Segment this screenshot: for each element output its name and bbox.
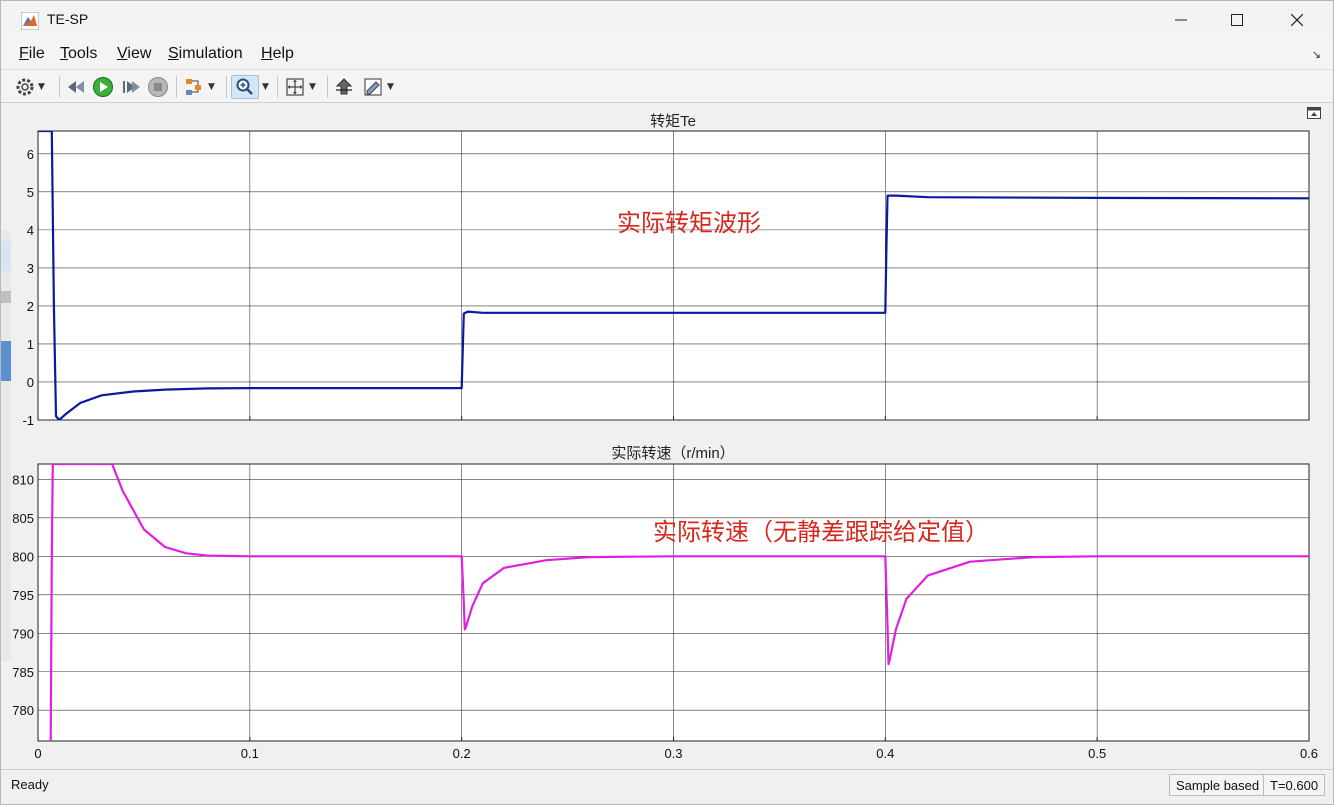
maximize-button[interactable]	[1211, 1, 1263, 39]
highlight-dropdown-icon[interactable]: ▼	[208, 82, 215, 92]
cursor-measure-icon	[335, 78, 353, 95]
y-tick-label: 785	[12, 665, 34, 680]
zoom-icon	[236, 78, 253, 95]
cursor-measure-button[interactable]	[333, 75, 355, 99]
y-tick-label: 1	[27, 337, 34, 352]
y-tick-label: 4	[27, 223, 34, 238]
menu-bar: File Tools View Simulation Help ↘	[1, 39, 1333, 69]
menu-simulation[interactable]: Simulation	[168, 45, 243, 63]
style-icon	[364, 78, 382, 96]
speed-chart[interactable]: 0 0.1 0.2 0.3 0.4 0.5 0.6 780 785 790 795 800 805 810…	[11, 433, 1325, 769]
run-icon	[93, 77, 113, 97]
menu-view[interactable]: View	[117, 45, 151, 63]
scope-window: TE-SP File Tools View Simulation Help ↘ …	[0, 0, 1334, 805]
y-tick-label: 3	[27, 261, 34, 276]
minimize-icon	[1175, 19, 1187, 21]
step-forward-icon	[123, 81, 140, 93]
toolbar: ▼ ▼ ▼ ▼ ▼	[1, 69, 1333, 103]
x-tick-label: 0.1	[241, 746, 259, 761]
y-tick-label: 0	[27, 375, 34, 390]
menu-tools[interactable]: Tools	[60, 45, 97, 63]
window-title: TE-SP	[47, 11, 89, 27]
menu-file[interactable]: File	[19, 45, 45, 63]
style-button[interactable]: ▼	[362, 75, 394, 99]
settings-dropdown-icon[interactable]: ▼	[38, 82, 45, 92]
zoom-pressed-frame	[231, 75, 259, 99]
y-tick-label: 780	[12, 703, 34, 718]
highlight-icon	[186, 79, 201, 95]
zoom-button[interactable]: ▼	[231, 75, 269, 99]
settings-icon	[16, 78, 34, 96]
fit-icon	[286, 78, 304, 96]
close-button[interactable]	[1271, 1, 1323, 39]
x-tick-label: 0.4	[876, 746, 894, 761]
status-ready-text: Ready	[11, 777, 49, 792]
y-tick-label: 5	[27, 185, 34, 200]
stop-button[interactable]	[147, 75, 169, 99]
plot-area: 转矩Te 实际转速（r/min） -1 0 1 2 3 4 5 6 实际转矩波形 0 0.1 0.2…	[11, 103, 1325, 769]
toolbar-separator	[176, 76, 177, 98]
x-tick-label: 0.3	[664, 746, 682, 761]
run-button[interactable]	[92, 75, 114, 99]
torque-chart[interactable]: -1 0 1 2 3 4 5 6 实际转矩波形	[11, 103, 1325, 433]
settings-button[interactable]: ▼	[15, 75, 45, 99]
step-back-icon	[68, 81, 84, 93]
matlab-logo-icon	[21, 12, 39, 30]
x-tick-label: 0	[34, 746, 41, 761]
y-tick-label: 800	[12, 549, 34, 564]
sim-time-indicator: T=0.600	[1263, 774, 1326, 796]
menu-help[interactable]: Help	[261, 45, 294, 63]
toolbar-separator	[59, 76, 60, 98]
y-tick-label: 2	[27, 299, 34, 314]
stop-icon	[148, 77, 168, 97]
background-window-edge	[1, 231, 11, 661]
zoom-dropdown-icon[interactable]: ▼	[262, 82, 269, 92]
style-dropdown-icon[interactable]: ▼	[387, 82, 394, 92]
maximize-icon	[1231, 14, 1243, 26]
x-tick-label: 0.6	[1300, 746, 1318, 761]
step-forward-button[interactable]	[120, 75, 142, 99]
y-tick-label: 805	[12, 511, 34, 526]
chart-annotation: 实际转矩波形	[617, 210, 761, 237]
close-icon	[1291, 14, 1303, 26]
x-tick-label: 0.5	[1088, 746, 1106, 761]
minimize-button[interactable]	[1155, 1, 1207, 39]
dock-arrow-icon[interactable]: ↘	[1312, 48, 1321, 61]
toolbar-separator	[277, 76, 278, 98]
y-tick-label: 790	[12, 626, 34, 641]
toolbar-separator	[226, 76, 227, 98]
fit-dropdown-icon[interactable]: ▼	[309, 82, 316, 92]
title-bar[interactable]: TE-SP	[1, 1, 1333, 39]
y-tick-label: 795	[12, 588, 34, 603]
sample-mode-indicator: Sample based	[1169, 774, 1267, 796]
y-tick-label: 6	[27, 147, 34, 162]
y-tick-label: -1	[22, 413, 34, 428]
fit-button[interactable]: ▼	[284, 75, 316, 99]
chart-annotation: 实际转速（无静差跟踪给定值）	[653, 519, 989, 546]
step-back-button[interactable]	[65, 75, 87, 99]
y-tick-label: 810	[12, 472, 34, 487]
toolbar-separator	[327, 76, 328, 98]
highlight-button[interactable]: ▼	[183, 75, 215, 99]
x-tick-label: 0.2	[453, 746, 471, 761]
status-bar: Ready Sample based T=0.600	[1, 769, 1333, 799]
